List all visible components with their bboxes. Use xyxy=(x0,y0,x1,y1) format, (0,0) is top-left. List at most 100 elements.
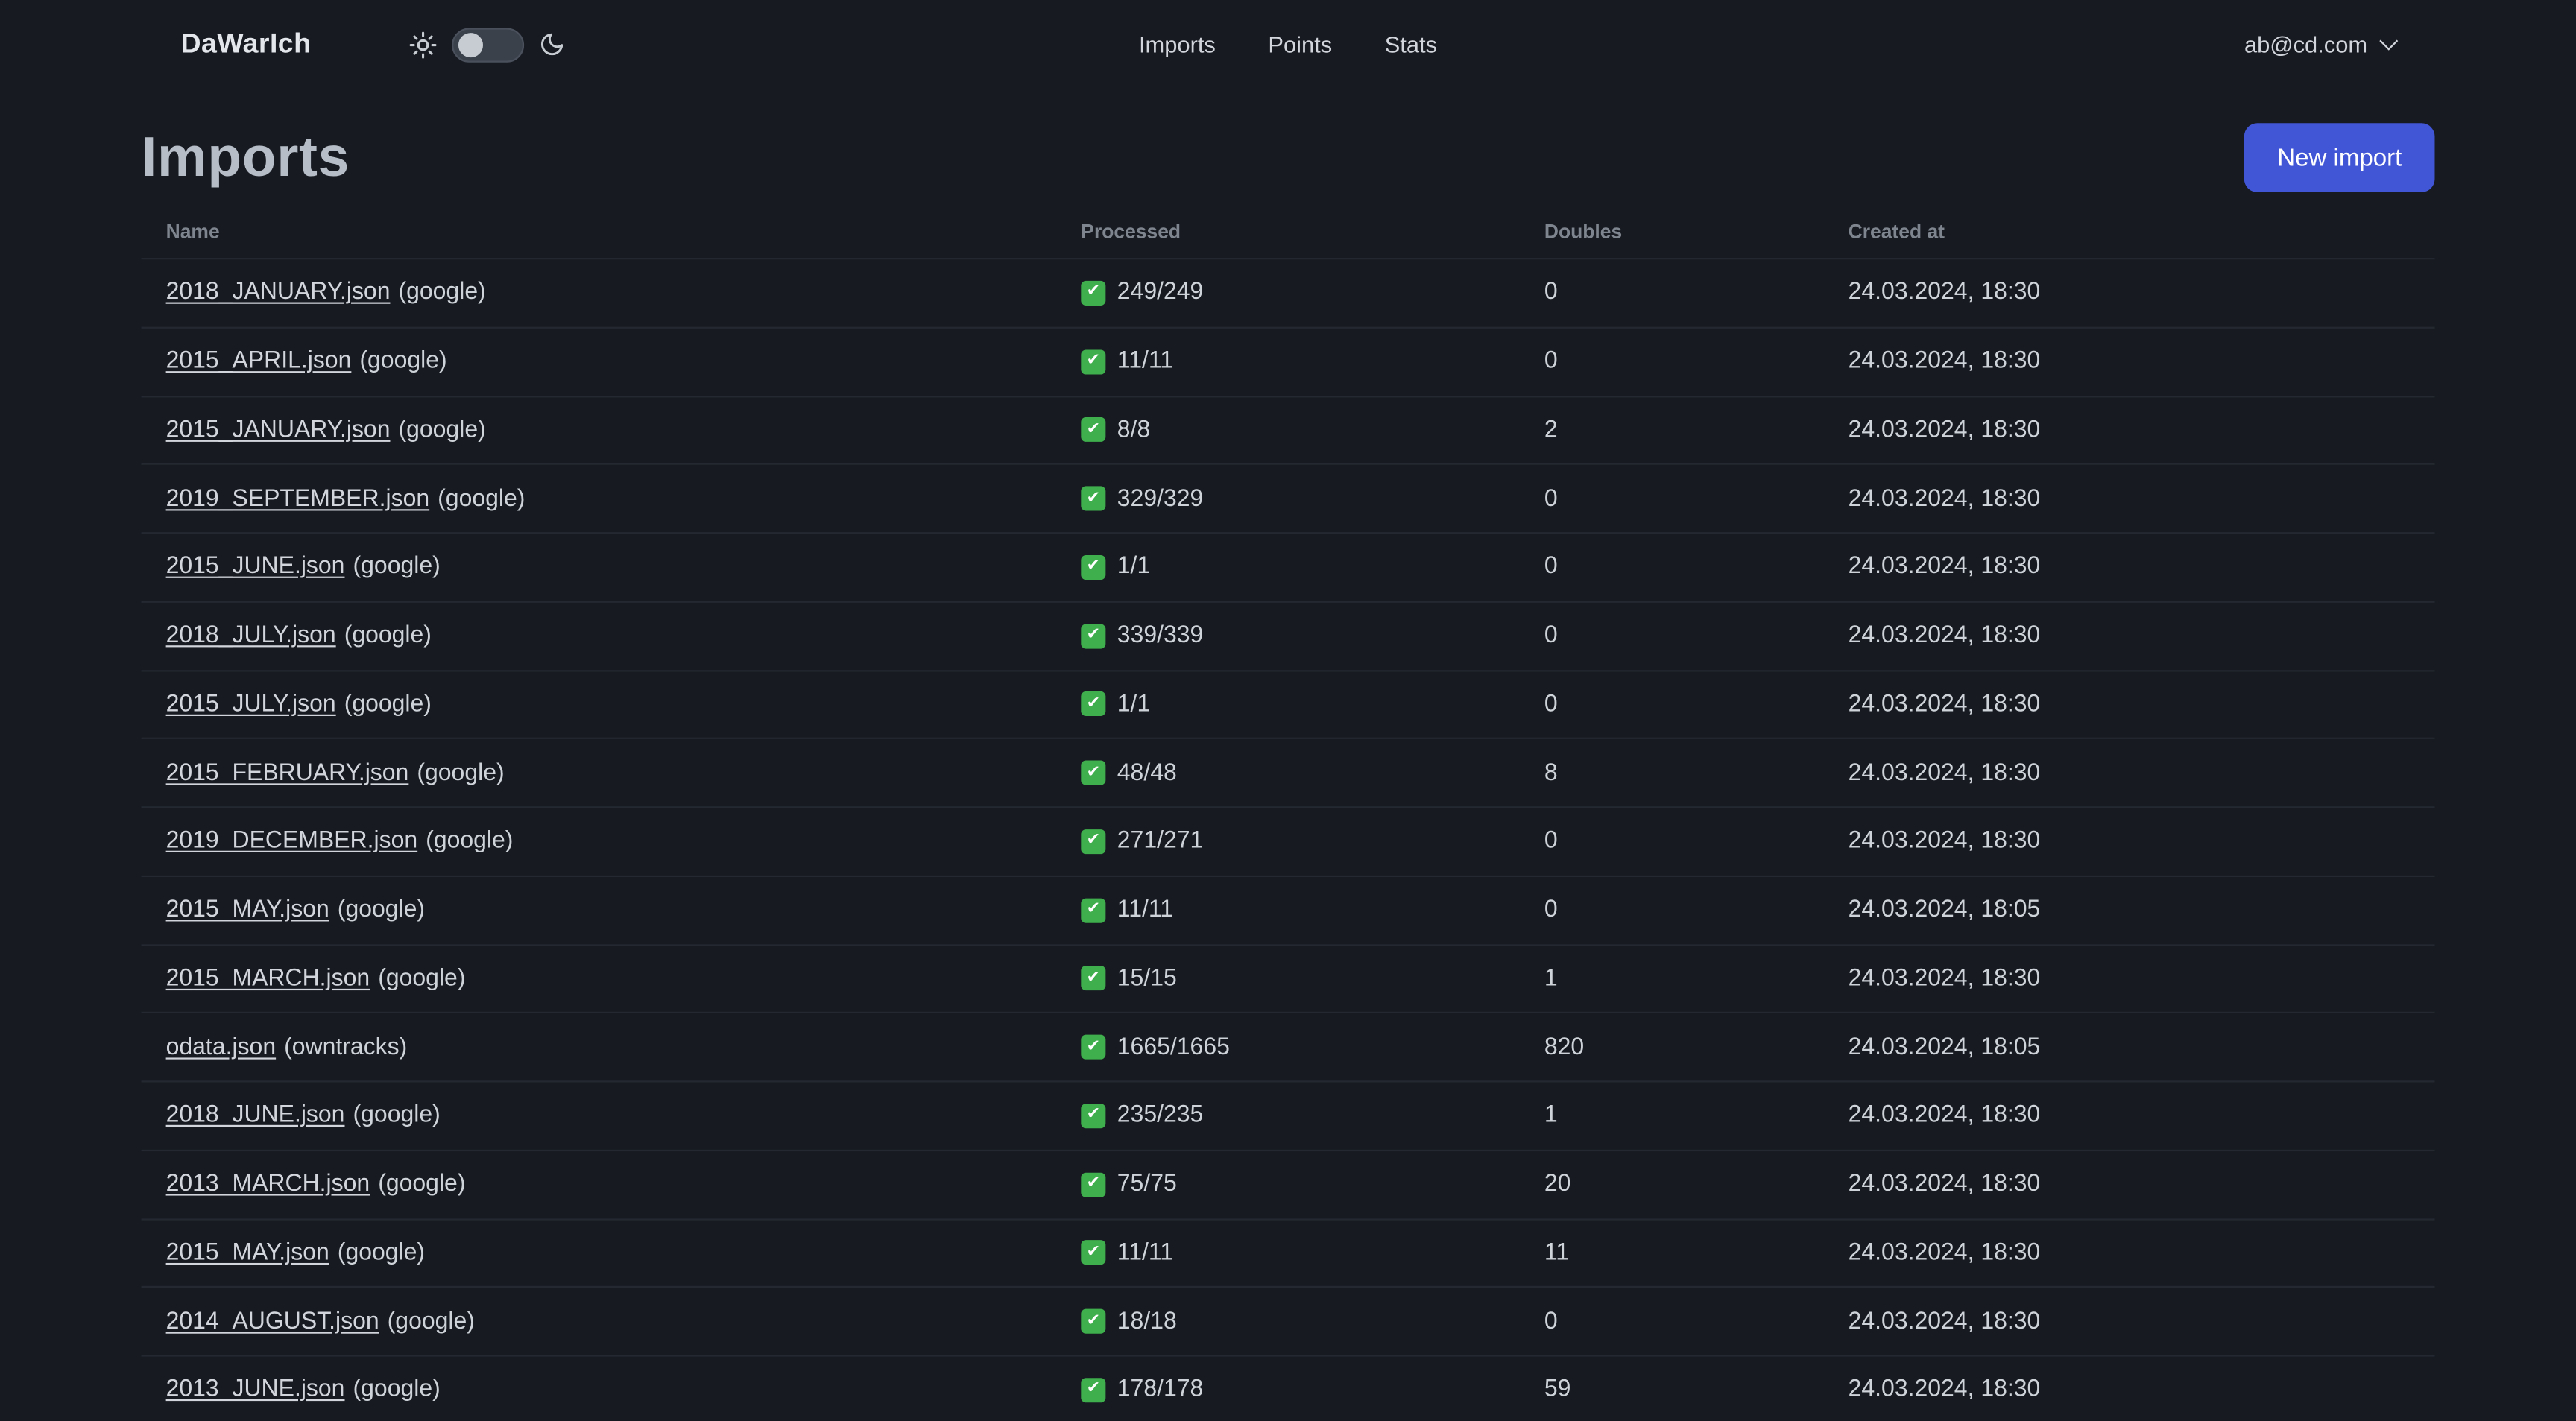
success-check-icon: ✔ xyxy=(1081,417,1106,443)
top-nav: DaWarIch Imports Points Stats ab@cd.com xyxy=(0,0,2576,89)
name-cell: 2015_JULY.json (google) xyxy=(142,691,1082,718)
doubles-cell: 820 xyxy=(1544,1034,1585,1061)
import-source: (google) xyxy=(398,417,486,443)
processed-cell: ✔ 1/1 xyxy=(1081,691,1544,718)
processed-cell: ✔ 178/178 xyxy=(1081,1377,1544,1403)
success-check-icon: ✔ xyxy=(1081,829,1106,854)
import-file-link[interactable]: 2015_MAY.json xyxy=(166,1240,329,1266)
created-at-cell: 24.03.2024, 18:30 xyxy=(1848,691,2041,718)
processed-cell: ✔ 11/11 xyxy=(1081,1240,1544,1266)
import-file-link[interactable]: 2015_APRIL.json xyxy=(166,349,352,375)
import-source: (google) xyxy=(344,622,432,649)
import-file-link[interactable]: 2014_AUGUST.json xyxy=(166,1308,379,1335)
name-cell: 2018_JANUARY.json (google) xyxy=(142,280,1082,306)
name-cell: 2013_MARCH.json (google) xyxy=(142,1171,1082,1197)
theme-toggle xyxy=(410,27,566,62)
success-check-icon: ✔ xyxy=(1081,1240,1106,1265)
import-file-link[interactable]: 2015_MARCH.json xyxy=(166,966,370,992)
imports-table: Name Processed Doubles Created at 2018_J… xyxy=(141,194,2435,1420)
success-check-icon: ✔ xyxy=(1081,760,1106,785)
table-row: 2014_AUGUST.json (google) ✔ 18/18 0 24.03.202… xyxy=(141,1286,2435,1355)
created-at-cell: 24.03.2024, 18:30 xyxy=(1848,417,2041,443)
page-header: Imports New import xyxy=(142,121,2435,194)
doubles-cell: 0 xyxy=(1544,828,1558,855)
created-at-cell: 24.03.2024, 18:30 xyxy=(1848,622,2041,649)
success-check-icon: ✔ xyxy=(1081,966,1106,991)
table-row: 2019_SEPTEMBER.json (google) ✔ 329/329 0 24.0… xyxy=(141,463,2435,532)
processed-count: 11/11 xyxy=(1117,896,1174,923)
import-file-link[interactable]: 2015_JANUARY.json xyxy=(166,417,391,443)
column-header-processed: Processed xyxy=(1081,220,1181,244)
import-source: (google) xyxy=(344,691,432,718)
success-check-icon: ✔ xyxy=(1081,349,1106,374)
created-at-cell: 24.03.2024, 18:30 xyxy=(1848,965,2041,993)
created-at-cell: 24.03.2024, 18:30 xyxy=(1848,1102,2041,1130)
import-file-link[interactable]: 2018_JANUARY.json xyxy=(166,280,391,306)
table-row: 2015_APRIL.json (google) ✔ 11/11 0 24.03.2024… xyxy=(141,326,2435,395)
name-cell: 2015_MAY.json (google) xyxy=(142,897,1082,923)
created-at-cell: 24.03.2024, 18:30 xyxy=(1848,828,2041,855)
table-row: 2018_JULY.json (google) ✔ 339/339 0 24.03.202… xyxy=(141,601,2435,669)
processed-cell: ✔ 18/18 xyxy=(1081,1308,1544,1335)
logo[interactable]: DaWarIch xyxy=(180,28,311,60)
import-file-link[interactable]: 2015_MAY.json xyxy=(166,897,329,923)
import-source: (google) xyxy=(378,965,466,993)
processed-cell: ✔ 1/1 xyxy=(1081,554,1544,580)
name-cell: 2015_JUNE.json (google) xyxy=(142,554,1082,580)
import-source: (google) xyxy=(353,554,441,580)
created-at-cell: 24.03.2024, 18:05 xyxy=(1848,896,2041,923)
doubles-cell: 0 xyxy=(1544,279,1558,306)
import-source: (google) xyxy=(426,828,514,855)
import-file-link[interactable]: 2019_DECEMBER.json xyxy=(166,829,418,855)
import-source: (google) xyxy=(337,896,426,923)
name-cell: 2015_MARCH.json (google) xyxy=(142,966,1082,992)
nav-points[interactable]: Points xyxy=(1268,31,1332,57)
new-import-button[interactable]: New import xyxy=(2244,123,2435,192)
page-title: Imports xyxy=(141,125,350,189)
import-file-link[interactable]: 2015_JUNE.json xyxy=(166,554,345,580)
theme-switch[interactable] xyxy=(452,27,525,62)
doubles-cell: 0 xyxy=(1544,896,1558,923)
name-cell: 2015_FEBRUARY.json (google) xyxy=(142,760,1082,786)
doubles-cell: 8 xyxy=(1544,759,1558,786)
table-row: 2013_MARCH.json (google) ✔ 75/75 20 24.03.202… xyxy=(141,1149,2435,1218)
doubles-cell: 1 xyxy=(1544,1102,1558,1130)
import-file-link[interactable]: 2015_JULY.json xyxy=(166,691,336,718)
import-file-link[interactable]: 2018_JUNE.json xyxy=(166,1103,345,1129)
name-cell: 2019_DECEMBER.json (google) xyxy=(142,829,1082,855)
success-check-icon: ✔ xyxy=(1081,623,1106,648)
table-row: 2015_JANUARY.json (google) ✔ 8/8 2 24.03.2024… xyxy=(141,395,2435,463)
doubles-cell: 2 xyxy=(1544,417,1558,443)
main-nav: Imports Points Stats xyxy=(1139,0,1437,89)
name-cell: 2015_MAY.json (google) xyxy=(142,1240,1082,1266)
import-file-link[interactable]: 2019_SEPTEMBER.json xyxy=(166,486,430,512)
name-cell: 2019_SEPTEMBER.json (google) xyxy=(142,486,1082,512)
import-file-link[interactable]: odata.json xyxy=(166,1034,277,1060)
processed-cell: ✔ 249/249 xyxy=(1081,280,1544,306)
doubles-cell: 0 xyxy=(1544,691,1558,718)
processed-count: 249/249 xyxy=(1117,279,1204,306)
created-at-cell: 24.03.2024, 18:30 xyxy=(1848,1376,2041,1404)
import-file-link[interactable]: 2013_MARCH.json xyxy=(166,1171,370,1197)
created-at-cell: 24.03.2024, 18:05 xyxy=(1848,1034,2041,1061)
doubles-cell: 0 xyxy=(1544,554,1558,580)
import-file-link[interactable]: 2013_JUNE.json xyxy=(166,1377,345,1403)
processed-count: 1/1 xyxy=(1117,691,1151,718)
import-file-link[interactable]: 2015_FEBRUARY.json xyxy=(166,760,409,786)
doubles-cell: 0 xyxy=(1544,348,1558,375)
import-file-link[interactable]: 2018_JULY.json xyxy=(166,623,336,649)
created-at-cell: 24.03.2024, 18:30 xyxy=(1848,1308,2041,1335)
doubles-cell: 1 xyxy=(1544,965,1558,993)
table-row: 2018_JUNE.json (google) ✔ 235/235 1 24.03.202… xyxy=(141,1080,2435,1149)
user-email: ab@cd.com xyxy=(2244,31,2368,58)
doubles-cell: 11 xyxy=(1544,1239,1570,1267)
table-row: 2015_MARCH.json (google) ✔ 15/15 1 24.03.2024… xyxy=(141,943,2435,1012)
name-cell: odata.json (owntracks) xyxy=(142,1034,1082,1060)
nav-stats[interactable]: Stats xyxy=(1385,31,1437,57)
processed-count: 1665/1665 xyxy=(1117,1034,1230,1061)
created-at-cell: 24.03.2024, 18:30 xyxy=(1848,1239,2041,1267)
processed-cell: ✔ 11/11 xyxy=(1081,349,1544,375)
processed-count: 329/329 xyxy=(1117,485,1204,512)
user-menu[interactable]: ab@cd.com xyxy=(2244,0,2399,89)
nav-imports[interactable]: Imports xyxy=(1139,31,1216,57)
